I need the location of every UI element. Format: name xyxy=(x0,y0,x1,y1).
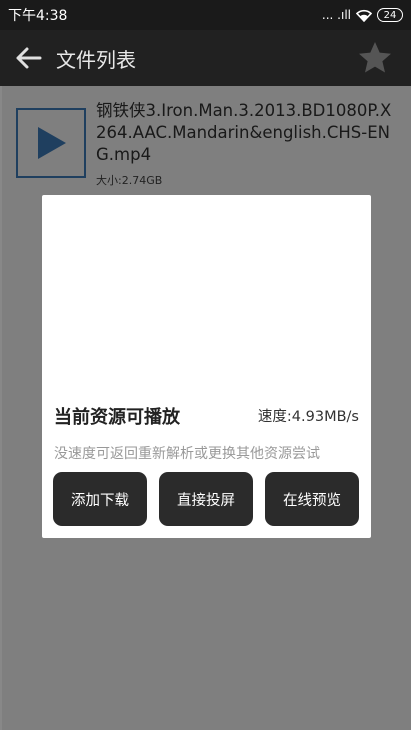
star-icon[interactable] xyxy=(357,40,393,76)
status-bar: 下午4:38 ... .ıll 24 xyxy=(0,0,411,30)
speed-label: 速度:4.93MB/s xyxy=(257,409,359,425)
cast-screen-button[interactable]: 直接投屏 xyxy=(159,472,253,526)
divider xyxy=(0,86,2,730)
status-time: 下午4:38 xyxy=(8,8,68,24)
dialog-status-title: 当前资源可播放 xyxy=(54,407,180,428)
app-bar: 文件列表 xyxy=(0,30,411,86)
online-preview-button[interactable]: 在线预览 xyxy=(265,472,359,526)
status-icons: ... .ıll 24 xyxy=(322,8,403,22)
wifi-icon xyxy=(356,9,372,22)
page-title: 文件列表 xyxy=(56,47,136,72)
battery-icon: 24 xyxy=(377,8,403,22)
signal-icon: ... .ıll xyxy=(321,8,351,22)
back-arrow-icon[interactable] xyxy=(0,30,56,86)
play-dialog: 当前资源可播放 速度:4.93MB/s 没速度可返回重新解析或更换其他资源尝试 … xyxy=(42,195,371,538)
battery-level: 24 xyxy=(383,9,397,21)
add-download-button[interactable]: 添加下载 xyxy=(53,472,147,526)
dialog-hint: 没速度可返回重新解析或更换其他资源尝试 xyxy=(54,446,320,462)
